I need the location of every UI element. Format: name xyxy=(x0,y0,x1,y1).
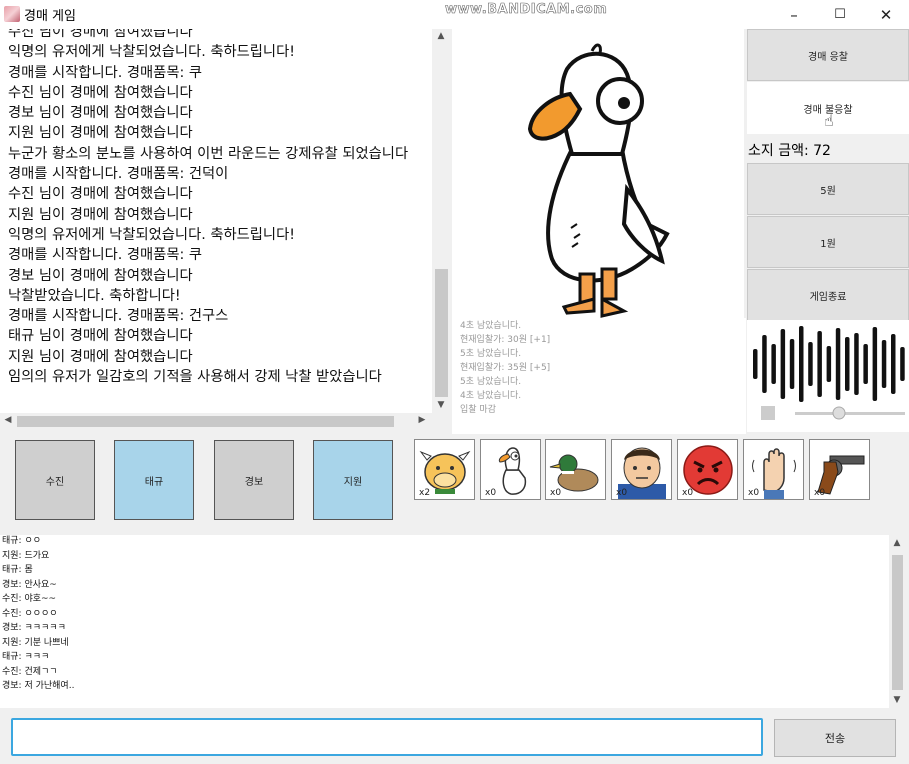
bid-button[interactable]: 경매 응찰 xyxy=(747,29,909,81)
players-row: 수진 태규 경보 지원 x2 x0 x0 x0 x0 x0 x0 xyxy=(0,434,909,534)
chat-message: 지원: 드가요 xyxy=(2,550,50,561)
chat-message: 수진: ㅇㅇㅇㅇ xyxy=(2,608,58,619)
chat-log: 태규: ㅇㅇ 지원: 드가요태규: 몸경보: 안사요~ 수진: 야호~~ 수진: ㅇㅇ… xyxy=(0,535,889,708)
pause-icon[interactable] xyxy=(761,406,775,420)
chat-scrollbar[interactable]: ▲ ▼ xyxy=(889,535,906,708)
item-angry-face[interactable]: x0 xyxy=(677,439,738,500)
log-line: 임의의 유저가 일감호의 기적을 사용해서 강제 낙찰 받았습니다 xyxy=(8,369,382,386)
auction-log-scrollbar[interactable]: ▲ ▼ xyxy=(432,29,451,413)
scroll-thumb[interactable] xyxy=(892,555,903,690)
log-line: 지원 님이 경매에 참여했습니다 xyxy=(8,125,193,142)
log-line: 태규 님이 경매에 참여했습니다 xyxy=(8,328,193,345)
item-count: x0 xyxy=(485,488,497,498)
log-line: 지원 님이 경매에 참여했습니다 xyxy=(8,348,193,365)
log-line: 익명의 유저에게 낙찰되었습니다. 축하드립니다! xyxy=(8,226,295,243)
log-line: 경매를 시작합니다. 경매품목: 건덕이 xyxy=(8,166,229,183)
log-line: 경보 님이 경매에 참여했습니다 xyxy=(8,267,193,284)
chat-message: 경보: 안사요~ xyxy=(2,579,57,590)
scroll-down-icon[interactable]: ▼ xyxy=(433,400,449,410)
player-card-4: 지원 xyxy=(313,440,393,520)
status-line: 4초 남았습니다. xyxy=(460,321,522,331)
chat-message: 태규: 몸 xyxy=(2,565,33,575)
item-duck[interactable]: x0 xyxy=(545,439,606,500)
chat-message: 태규: ㅋㅋㅋ xyxy=(2,652,50,662)
status-log: 4초 남았습니다. 현재입찰가: 30원 [+1] 5초 남았습니다. 현재입찰가: … xyxy=(452,318,746,434)
player-card-3: 경보 xyxy=(214,440,294,520)
status-line: 입찰 마감 xyxy=(460,405,496,415)
chat-message: 경보: 저 가난해여.. xyxy=(2,681,75,691)
scroll-up-icon[interactable]: ▲ xyxy=(889,538,905,548)
log-line: 익명의 유저에게 낙찰되었습니다. 축하드립니다! xyxy=(8,44,295,61)
hscroll-thumb[interactable] xyxy=(17,416,394,427)
item-count: x0 xyxy=(616,488,628,498)
goose-icon xyxy=(527,43,670,318)
audio-player xyxy=(747,320,909,432)
log-line: 낙찰받았습니다. 축하합니다! xyxy=(8,287,181,304)
log-line: 수진 님이 경매에 참여했습니다 xyxy=(8,186,193,203)
chat-message: 태규: ㅇㅇ xyxy=(2,536,42,546)
scroll-down-icon[interactable]: ▼ xyxy=(889,695,905,705)
bid-5-button[interactable]: 5원 xyxy=(747,163,909,215)
maximize-button[interactable]: ☐ xyxy=(817,0,863,29)
item-count: x0 xyxy=(682,488,694,498)
title-bar: 경매 게임 www.BANDICAM.com – ☐ ✕ xyxy=(0,0,909,29)
item-count: x0 xyxy=(748,488,760,498)
item-count: x2 xyxy=(419,488,431,498)
window-title: 경매 게임 xyxy=(24,9,76,24)
close-button[interactable]: ✕ xyxy=(863,0,909,29)
end-game-button[interactable]: 게임종료 xyxy=(747,269,909,321)
waveform-icon xyxy=(753,326,905,420)
item-revolver[interactable]: x0 xyxy=(809,439,870,500)
cursor-hand-icon: ☝ xyxy=(824,111,834,130)
balance-label: 소지 금액: 72 xyxy=(748,143,831,159)
log-line: 경보 님이 경매에 참여했습니다 xyxy=(8,105,193,122)
no-bid-button[interactable]: 경매 불응찰 ☝ xyxy=(747,82,909,134)
log-line: 누군가 황소의 분노를 사용하여 이번 라운드는 강제유찰 되었습니다 xyxy=(8,145,409,162)
status-line: 현재입찰가: 35원 [+5] xyxy=(460,363,551,373)
scroll-left-icon[interactable]: ◀ xyxy=(0,415,16,425)
auction-log-hscrollbar[interactable]: ◀ ▶ xyxy=(0,413,451,430)
scroll-thumb[interactable] xyxy=(435,269,448,397)
log-line: 경매를 시작합니다. 경매품목: 건구스 xyxy=(8,308,229,325)
status-line: 5초 남았습니다. xyxy=(460,377,522,387)
log-line: 경매를 시작합니다. 경매품목: 쿠 xyxy=(8,64,202,81)
send-button[interactable]: 전송 xyxy=(774,719,896,757)
item-boy[interactable]: x0 xyxy=(611,439,672,500)
chat-message: 경보: ㅋㅋㅋㅋㅋ xyxy=(2,623,66,633)
auction-log: 수진 님이 경매에 참여했습니다익명의 유저에게 낙찰되었습니다. 축하드립니다… xyxy=(0,29,432,413)
item-goose[interactable]: x0 xyxy=(480,439,541,500)
item-bull[interactable]: x2 xyxy=(414,439,475,500)
player-card-2: 태규 xyxy=(114,440,194,520)
log-line: 수진 님이 경매에 참여했습니다 xyxy=(8,29,193,40)
chat-message: 지원: 기분 나쁘네 xyxy=(2,637,69,648)
chat-input[interactable] xyxy=(11,718,763,756)
status-line: 4초 남았습니다. xyxy=(460,391,522,401)
item-count: x0 xyxy=(814,488,826,498)
watermark: www.BANDICAM.com xyxy=(445,2,608,18)
item-count: x0 xyxy=(550,488,562,498)
app-icon xyxy=(4,6,20,22)
log-line: 경매를 시작합니다. 경매품목: 쿠 xyxy=(8,247,202,264)
auction-item-image xyxy=(452,29,744,318)
chat-message: 수진: 야호~~ xyxy=(2,594,57,604)
status-line: 5초 남았습니다. xyxy=(460,349,522,359)
log-line: 지원 님이 경매에 참여했습니다 xyxy=(8,206,193,223)
volume-slider[interactable] xyxy=(832,406,846,420)
item-raised-hand[interactable]: x0 xyxy=(743,439,804,500)
player-card-1: 수진 xyxy=(15,440,95,520)
bid-1-button[interactable]: 1원 xyxy=(747,216,909,268)
scroll-up-icon[interactable]: ▲ xyxy=(433,31,449,41)
status-line: 현재입찰가: 30원 [+1] xyxy=(460,335,551,345)
scroll-right-icon[interactable]: ▶ xyxy=(414,415,430,425)
minimize-button[interactable]: – xyxy=(771,0,817,29)
chat-message: 수진: 건제ㄱㄱ xyxy=(2,666,58,677)
log-line: 수진 님이 경매에 참여했습니다 xyxy=(8,84,193,101)
